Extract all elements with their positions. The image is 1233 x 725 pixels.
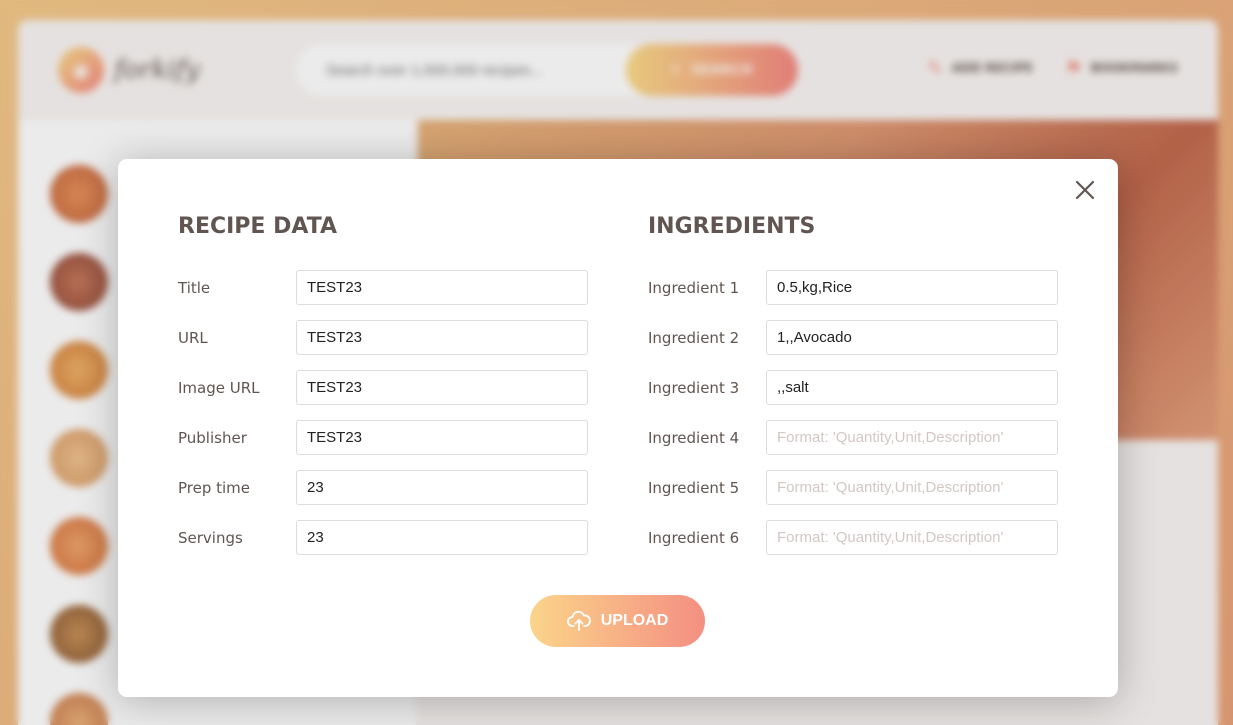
ingredient-2-row: Ingredient 2: [648, 320, 1058, 355]
ingredient-2-input[interactable]: [766, 320, 1058, 355]
ingredient-3-input[interactable]: [766, 370, 1058, 405]
url-row: URL: [178, 320, 588, 355]
upload-cloud-icon: [566, 610, 591, 631]
title-input[interactable]: [296, 270, 588, 305]
ingredient-3-label: Ingredient 3: [648, 378, 740, 397]
ingredient-6-label: Ingredient 6: [648, 528, 740, 547]
ingredient-5-label: Ingredient 5: [648, 478, 740, 497]
url-label: URL: [178, 328, 208, 347]
ingredient-2-label: Ingredient 2: [648, 328, 740, 347]
close-icon: [1075, 180, 1095, 200]
image-url-label: Image URL: [178, 378, 260, 397]
prep-time-label: Prep time: [178, 478, 251, 497]
ingredient-1-input[interactable]: [766, 270, 1058, 305]
ingredient-5-input[interactable]: [766, 470, 1058, 505]
ingredients-heading: INGREDIENTS: [648, 214, 816, 239]
publisher-input[interactable]: [296, 420, 588, 455]
url-input[interactable]: [296, 320, 588, 355]
image-url-input[interactable]: [296, 370, 588, 405]
ingredient-4-label: Ingredient 4: [648, 428, 740, 447]
ingredient-3-row: Ingredient 3: [648, 370, 1058, 405]
ingredient-5-row: Ingredient 5: [648, 470, 1058, 505]
prep-time-input[interactable]: [296, 470, 588, 505]
servings-input[interactable]: [296, 520, 588, 555]
ingredient-1-label: Ingredient 1: [648, 278, 740, 297]
servings-row: Servings: [178, 520, 588, 555]
add-recipe-modal: RECIPE DATA Title URL Image URL Publishe…: [118, 159, 1118, 697]
ingredient-1-row: Ingredient 1: [648, 270, 1058, 305]
title-label: Title: [178, 278, 211, 297]
upload-button[interactable]: UPLOAD: [530, 595, 705, 647]
publisher-row: Publisher: [178, 420, 588, 455]
upload-button-label: UPLOAD: [600, 612, 669, 629]
ingredient-4-input[interactable]: [766, 420, 1058, 455]
title-row: Title: [178, 270, 588, 305]
ingredient-6-input[interactable]: [766, 520, 1058, 555]
ingredient-4-row: Ingredient 4: [648, 420, 1058, 455]
close-button[interactable]: [1070, 175, 1100, 205]
publisher-label: Publisher: [178, 428, 247, 447]
ingredient-6-row: Ingredient 6: [648, 520, 1058, 555]
servings-label: Servings: [178, 528, 243, 547]
recipe-data-heading: RECIPE DATA: [178, 214, 338, 239]
prep-time-row: Prep time: [178, 470, 588, 505]
image-url-row: Image URL: [178, 370, 588, 405]
